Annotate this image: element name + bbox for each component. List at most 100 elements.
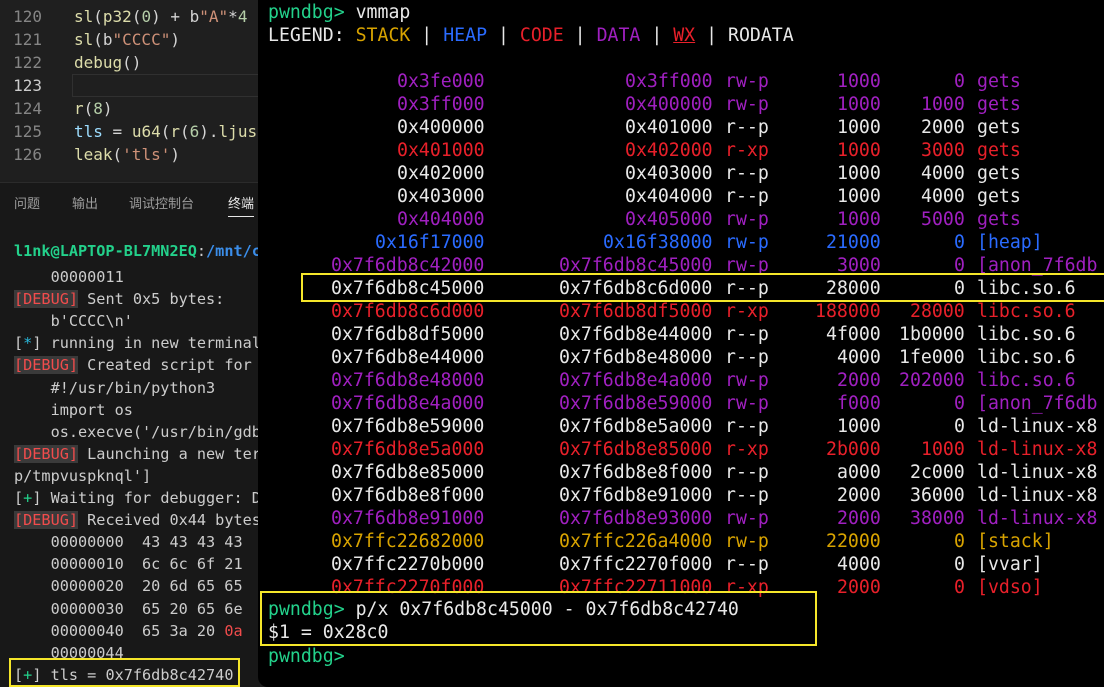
map-end: 0x400000 [625,94,713,115]
code-text: sl(p32(0) + b"A"*4 - [74,5,267,28]
map-start: 0x7f6db8df5000 [331,324,485,345]
debug-tag: [DEBUG] [14,356,79,375]
header-perm: Perm [725,48,769,69]
map-end: 0x16f38000 [603,232,713,253]
code-token: p32 [102,7,132,26]
terminal-output-line: [DEBUG] Sent 0x5 bytes: [14,288,224,310]
output-text: + [23,489,33,507]
map-size: 1000 [837,416,881,437]
header-start: Start [426,48,481,69]
line-number: 124 [13,99,42,118]
map-perm: rw-p [725,71,769,92]
map-file: libc.so.6 [977,324,1076,345]
map-start: 0x7f6db8e91000 [331,508,485,529]
editor-line[interactable]: 120 sl(p32(0) + b"A"*4 - [0,5,267,28]
code-token: 6 [189,122,200,141]
map-size: 2000 [837,508,881,529]
output-text: p/tmpvuspknql'] [14,466,152,485]
map-file: libc.so.6 [977,347,1076,368]
map-size: 1000 [837,209,881,230]
gdb-terminal[interactable]: pwndbg> vmmap LEGEND: STACK | HEAP | COD… [258,0,1104,687]
vmmap-header: Start End Perm Size Offset File (set v [258,47,1104,70]
vmmap-row: 0x404000 0x405000 rw-p 1000 5000 gets [258,208,1104,231]
map-offset: 3000 [921,140,965,161]
code-editor[interactable]: 120sl(p32(0) + b"A"*4 -121sl(b"CCCC")122… [0,0,267,180]
code-text: tls = u64(r(6).ljust [74,120,267,143]
vmmap-row: 0x7f6db8e85000 0x7f6db8e8f000 r--p a000 2c00… [258,461,1104,484]
map-perm: r--p [725,186,769,207]
debug-tag: [DEBUG] [14,511,79,530]
prompt-separator: : [196,242,207,260]
output-text: 00000010 6c 6c 6f 21 [14,555,243,574]
code-token: () [122,53,142,72]
editor-line[interactable]: 123 [0,74,260,97]
map-end: 0x7f6db8e4a000 [559,370,713,391]
tab-output[interactable]: 输出 [72,193,98,212]
tab-debug-console[interactable]: 调试控制台 [129,193,194,212]
code-token: 0 [141,7,152,26]
map-file: ld-linux-x8 [977,416,1098,437]
vmmap-row: 0x7f6db8c6d000 0x7f6db8df5000 r-xp 188000 28… [258,300,1104,323]
map-size: 21000 [826,232,881,253]
map-file: gets [977,163,1021,184]
map-file: [vdso] [977,577,1043,598]
vmmap-command: vmmap [355,2,411,23]
map-file: gets [977,117,1021,138]
terminal-output-line: [+] Waiting for debugger: D [14,487,260,509]
editor-line[interactable]: 124 r(8) [0,97,260,120]
map-perm: rw-p [725,94,769,115]
tab-problems[interactable]: 问题 [14,193,40,212]
editor-line[interactable]: 125 tls = u64(r(6).ljust [0,120,267,143]
map-start: 0x403000 [397,186,485,207]
code-token: leak [74,145,113,164]
map-end: 0x401000 [625,117,713,138]
code-token: ( [131,7,142,26]
map-end: 0x7f6db8df5000 [559,301,713,322]
map-offset: 5000 [921,209,965,230]
map-file: ld-linux-x8 [977,439,1098,460]
left-terminal[interactable]: l1nk@LAPTOP-BL7MN2EQ:/mnt/c 00000011 [DEB… [0,218,260,687]
output-text: Received 0x44 bytes [78,511,260,530]
map-end: 0x7f6db8e59000 [559,393,713,414]
line-number: 126 [13,145,42,164]
tab-terminal[interactable]: 终端 [228,193,255,217]
output-text: import os [14,400,133,419]
map-perm: r--p [725,324,769,345]
code-token: ) [170,30,180,49]
map-end: 0x402000 [625,140,713,161]
terminal-output-line: [DEBUG] Launching a new term [14,443,260,465]
editor-line[interactable]: 126 leak('tls') [0,143,260,166]
output-text: 00000020 20 6d 65 65 [14,577,243,596]
map-start: 0x7ffc2270b000 [331,554,485,575]
vmmap-row: 0x7f6db8e44000 0x7f6db8e48000 r--p 4000 1fe0… [258,346,1104,369]
legend-rodata: RODATA [728,25,794,46]
map-size: f000 [837,393,881,414]
tls-highlight-box [9,658,240,687]
map-end: 0x7ffc226a4000 [559,531,713,552]
vmmap-row: 0x7f6db8df5000 0x7f6db8e44000 r--p 4f000 1b0… [258,323,1104,346]
code-token: ) + b [151,7,200,26]
code-text: sl(b"CCCC") [74,28,180,51]
final-prompt-line[interactable]: pwndbg> [268,645,345,668]
map-start: 0x401000 [397,140,485,161]
terminal-output-line: #!/usr/bin/python3 [14,377,216,399]
map-offset: 38000 [910,508,965,529]
map-perm: r--p [725,117,769,138]
editor-line[interactable]: 122 debug() [0,51,260,74]
map-perm: rw-p [725,393,769,414]
map-perm: rw-p [725,232,769,253]
map-offset: 0 [954,71,965,92]
map-perm: rw-p [725,531,769,552]
map-end: 0x405000 [625,209,713,230]
map-end: 0x403000 [625,163,713,184]
legend-stack: STACK [355,25,411,46]
code-token: ( [180,122,190,141]
terminal-output-line: b'CCCC\n' [14,310,133,332]
map-end: 0x7f6db8e91000 [559,485,713,506]
map-end: 0x7f6db8e5a000 [559,416,713,437]
map-perm: rw-p [725,508,769,529]
map-perm: r--p [725,485,769,506]
editor-line[interactable]: 121 sl(b"CCCC") [0,28,260,51]
output-text: ] running in new terminal [32,334,260,353]
map-file: [stack] [977,531,1054,552]
